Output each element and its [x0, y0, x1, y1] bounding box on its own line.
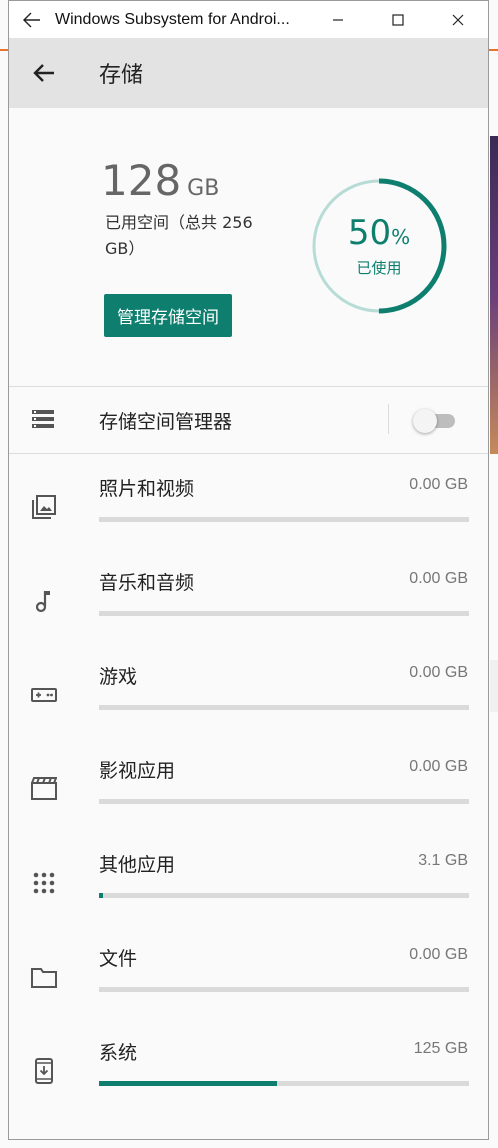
- category-usage-bar: [99, 517, 469, 522]
- category-size: 0.00 GB: [409, 476, 468, 493]
- toggle-separator: [388, 404, 389, 434]
- app-bar: 存储: [9, 38, 488, 108]
- category-size: 0.00 GB: [409, 946, 468, 963]
- category-size: 125 GB: [413, 1040, 468, 1057]
- background-block: [490, 660, 498, 712]
- gamepad-icon: [31, 688, 57, 702]
- window-title: Windows Subsystem for Androi...: [55, 10, 290, 28]
- category-games[interactable]: 游戏 0.00 GB: [9, 644, 488, 738]
- category-size: 3.1 GB: [418, 852, 468, 869]
- window-back-button[interactable]: [9, 1, 55, 38]
- page-title: 存储: [99, 63, 144, 88]
- storage-summary: 128 GB 已用空间（总共 256 GB） 管理存储空间 50% 已使用: [9, 108, 488, 386]
- used-value: 128: [101, 156, 182, 205]
- used-unit: GB: [187, 176, 220, 201]
- category-other-apps[interactable]: 其他应用 3.1 GB: [9, 832, 488, 926]
- divider: [9, 453, 488, 454]
- category-usage-bar: [99, 987, 469, 992]
- background-image: [490, 136, 498, 454]
- storage-manager-label: 存储空间管理器: [99, 411, 233, 433]
- category-usage-fill: [99, 1081, 277, 1086]
- maximize-button[interactable]: [368, 1, 428, 38]
- back-arrow-icon: [23, 12, 40, 27]
- category-files[interactable]: 文件 0.00 GB: [9, 926, 488, 1020]
- category-system[interactable]: 系统 125 GB: [9, 1020, 488, 1114]
- movie-icon: [31, 777, 57, 800]
- minimize-icon: [333, 18, 343, 21]
- system-update-icon: [35, 1058, 53, 1084]
- category-usage-fill: [99, 893, 103, 898]
- title-bar: Windows Subsystem for Androi...: [9, 1, 488, 38]
- category-usage-bar: [99, 1081, 469, 1086]
- category-name: 影视应用: [99, 760, 176, 782]
- storage-list-icon: [32, 410, 54, 428]
- arrow-back-icon: [33, 64, 54, 82]
- minimize-button[interactable]: [308, 1, 368, 38]
- category-size: 0.00 GB: [409, 664, 468, 681]
- storage-manager-row[interactable]: 存储空间管理器: [9, 387, 488, 453]
- usage-percent: 50%: [348, 215, 410, 255]
- used-description: 已用空间（总共 256 GB）: [105, 213, 253, 258]
- close-icon: [452, 14, 464, 25]
- folder-icon: [31, 968, 57, 988]
- toggle-thumb: [413, 409, 437, 433]
- usage-ring: 50% 已使用: [311, 178, 447, 314]
- category-name: 游戏: [99, 666, 138, 688]
- navigate-up-button[interactable]: [9, 38, 79, 108]
- maximize-icon: [392, 13, 404, 26]
- category-movie-apps[interactable]: 影视应用 0.00 GB: [9, 738, 488, 832]
- category-usage-bar: [99, 705, 469, 710]
- usage-ring-text: 50% 已使用: [311, 178, 447, 314]
- music-note-icon: [35, 591, 50, 613]
- category-name: 其他应用: [99, 854, 176, 876]
- manage-storage-button[interactable]: 管理存储空间: [104, 294, 232, 337]
- usage-percent-sign: %: [391, 224, 411, 249]
- category-size: 0.00 GB: [409, 758, 468, 775]
- close-button[interactable]: [428, 1, 488, 38]
- usage-percent-value: 50: [347, 212, 392, 253]
- category-usage-bar: [99, 893, 469, 898]
- category-photos-videos[interactable]: 照片和视频 0.00 GB: [9, 456, 488, 550]
- photo-library-icon: [32, 495, 56, 519]
- app-window: Windows Subsystem for Androi... 存储 128 GB: [8, 0, 489, 1140]
- used-amount: 128 GB: [101, 160, 219, 210]
- usage-label: 已使用: [356, 258, 402, 277]
- category-usage-bar: [99, 799, 469, 804]
- category-name: 文件: [99, 948, 138, 970]
- category-name: 音乐和音频: [99, 572, 195, 594]
- storage-manager-toggle[interactable]: [413, 408, 457, 433]
- apps-grid-icon: [33, 872, 55, 894]
- category-name: 系统: [99, 1042, 138, 1064]
- category-music-audio[interactable]: 音乐和音频 0.00 GB: [9, 550, 488, 644]
- category-size: 0.00 GB: [409, 570, 468, 587]
- category-usage-bar: [99, 611, 469, 616]
- category-name: 照片和视频: [99, 478, 195, 500]
